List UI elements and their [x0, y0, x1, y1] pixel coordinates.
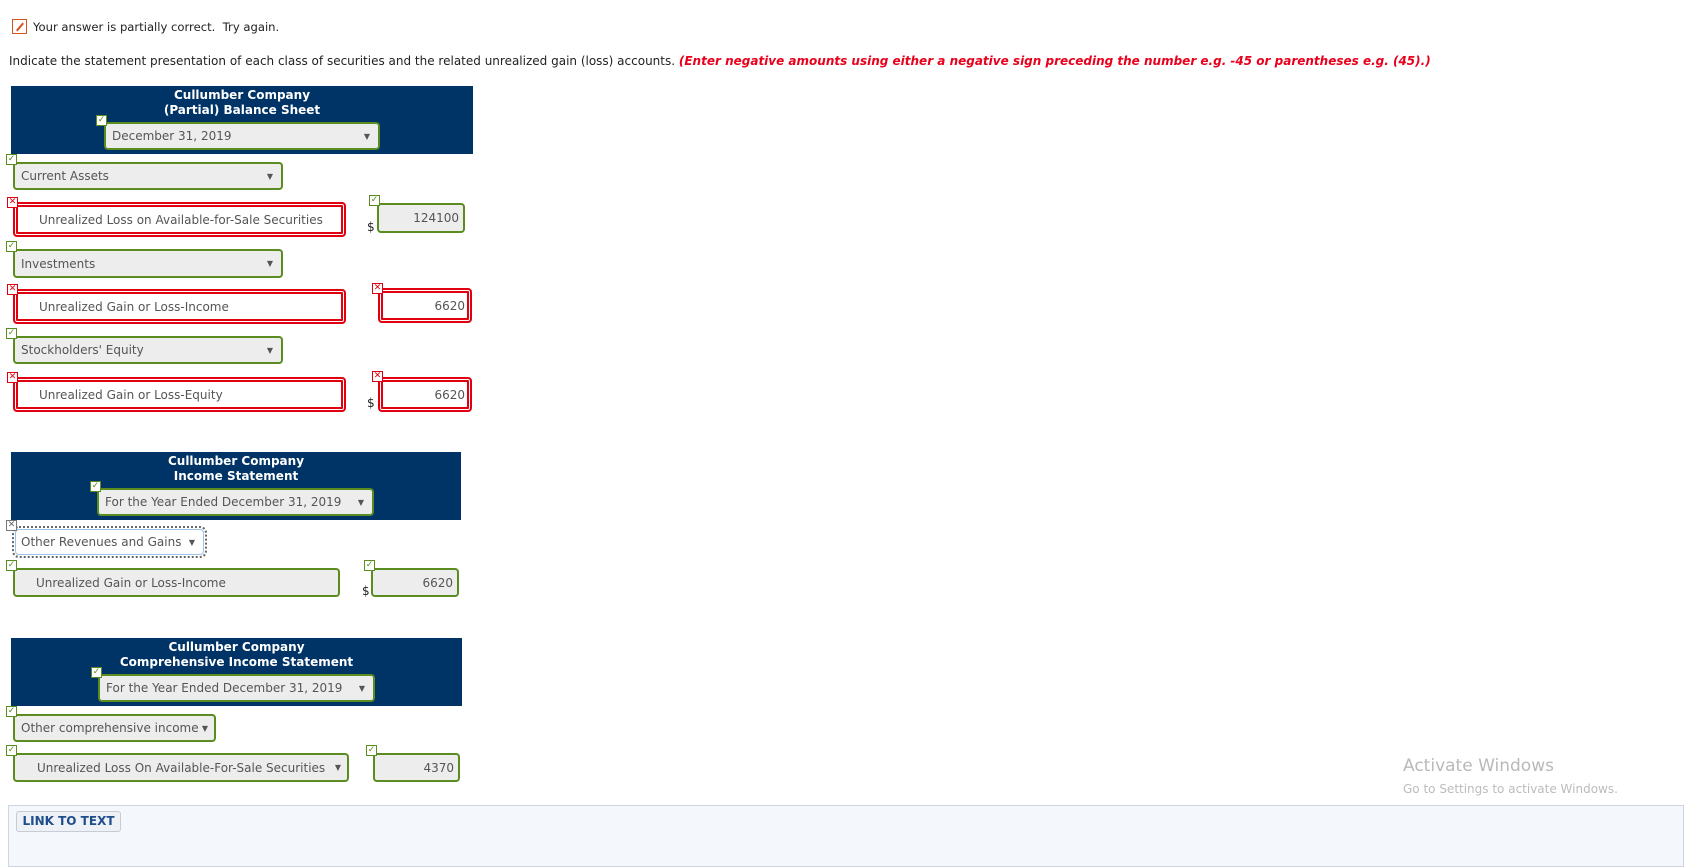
check-icon: [366, 745, 377, 756]
income-amount-input[interactable]: 6620: [371, 568, 459, 597]
current-assets-amount-input[interactable]: 124100: [377, 203, 465, 233]
balance-sheet-date-select[interactable]: December 31, 2019 ▼: [104, 122, 380, 150]
instructions-note: (Enter negative amounts using either a n…: [678, 54, 1431, 68]
currency-symbol: $: [367, 396, 375, 410]
currency-symbol: $: [367, 220, 375, 234]
stockholders-equity-account-field[interactable]: Unrealized Gain or Loss-Equity: [13, 377, 346, 412]
check-icon: [96, 115, 107, 126]
chevron-down-icon: ▼: [334, 763, 341, 772]
chevron-down-icon: ▼: [266, 345, 273, 355]
check-icon: [6, 706, 17, 717]
comprehensive-income-date-select[interactable]: For the Year Ended December 31, 2019 ▼: [98, 674, 375, 702]
chevron-down-icon: ▼: [363, 131, 370, 141]
income-statement-date-select[interactable]: For the Year Ended December 31, 2019 ▼: [97, 488, 374, 516]
investments-account-field[interactable]: Unrealized Gain or Loss-Income: [13, 289, 346, 324]
check-icon: [6, 560, 17, 571]
x-icon: [7, 372, 18, 383]
x-icon: [372, 371, 383, 382]
chevron-down-icon: ▼: [358, 683, 365, 693]
company-name: Cullumber Company: [167, 454, 305, 468]
x-icon: [372, 283, 383, 294]
bottom-panel: [8, 805, 1684, 867]
edit-icon: [12, 19, 27, 34]
feedback-message: Your answer is partially correct. Try ag…: [33, 20, 280, 34]
check-icon: [6, 745, 17, 756]
other-revenues-heading-select[interactable]: Other Revenues and Gains ▼: [12, 526, 207, 558]
activate-windows-subtitle: Go to Settings to activate Windows.: [1403, 782, 1618, 796]
x-icon: [6, 520, 17, 531]
x-icon: [7, 197, 18, 208]
current-assets-heading-select[interactable]: Current Assets ▼: [13, 162, 283, 190]
chevron-down-icon: ▼: [266, 259, 273, 268]
check-icon: [6, 328, 17, 339]
chevron-down-icon: ▼: [201, 723, 208, 733]
other-comprehensive-income-select[interactable]: Other comprehensive income ▼: [13, 714, 216, 742]
income-account-field[interactable]: Unrealized Gain or Loss-Income: [13, 568, 340, 597]
instructions-text: Indicate the statement presentation of e…: [9, 54, 679, 68]
comprehensive-account-select[interactable]: Unrealized Loss On Available-For-Sale Se…: [13, 753, 349, 782]
link-to-text-button[interactable]: LINK TO TEXT: [16, 811, 121, 832]
chevron-down-icon: ▼: [357, 497, 364, 507]
statement-title: Comprehensive Income Statement: [119, 655, 354, 669]
check-icon: [369, 195, 380, 206]
currency-symbol: $: [362, 584, 370, 598]
current-assets-account-field[interactable]: Unrealized Loss on Available-for-Sale Se…: [13, 202, 346, 237]
investments-heading-select[interactable]: Investments ▼: [13, 249, 283, 278]
chevron-down-icon: ▼: [266, 171, 273, 181]
check-icon: [91, 667, 102, 678]
activate-windows-title: Activate Windows: [1403, 756, 1554, 776]
x-icon: [7, 284, 18, 295]
statement-title: (Partial) Balance Sheet: [163, 103, 321, 117]
chevron-down-icon: ▼: [188, 537, 195, 547]
comprehensive-amount-input[interactable]: 4370: [373, 753, 460, 782]
statement-title: Income Statement: [173, 469, 299, 483]
check-icon: [90, 481, 101, 492]
check-icon: [6, 154, 17, 165]
stockholders-equity-amount-input[interactable]: 6620: [378, 377, 472, 412]
company-name: Cullumber Company: [173, 88, 311, 102]
instructions: Indicate the statement presentation of e…: [9, 53, 1431, 69]
check-icon: [364, 560, 375, 571]
company-name: Cullumber Company: [168, 640, 305, 654]
check-icon: [6, 241, 17, 252]
stockholders-equity-heading-select[interactable]: Stockholders' Equity ▼: [13, 336, 283, 364]
investments-amount-input[interactable]: 6620: [378, 288, 472, 323]
